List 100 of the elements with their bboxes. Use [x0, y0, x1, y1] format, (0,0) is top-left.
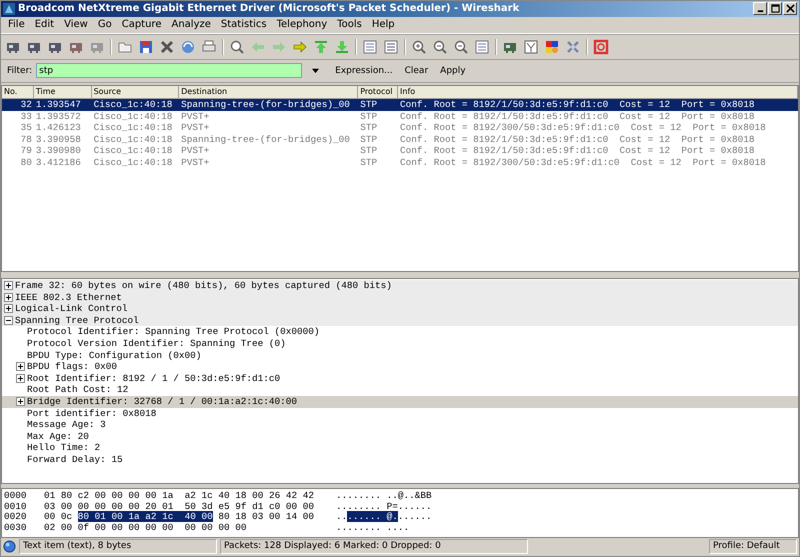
filter-button[interactable]: Clear: [400, 66, 432, 76]
ascii-text[interactable]: ...... @.: [347, 511, 398, 522]
table-cell-text: Conf. Root = 8192/1/50:3d:e5:9f:d1:c0 Cost = 12 Port = 0x8018: [399, 145, 756, 157]
table-cell-text: 1.426123: [34, 122, 82, 134]
menu-item[interactable]: Edit: [30, 19, 60, 30]
ascii-text[interactable]: ......: [398, 511, 432, 522]
table-cell-text: STP: [359, 110, 378, 122]
table-cell-text: 1.393547: [34, 99, 82, 111]
column-header[interactable]: Source: [92, 86, 180, 98]
table-cell-text: Cisco_1c:40:18: [92, 110, 174, 122]
maximize-icon[interactable]: [770, 4, 780, 14]
minimize-button[interactable]: [753, 2, 767, 16]
tree-row[interactable]: BPDU flags: 0x00: [2, 361, 798, 373]
tree-row[interactable]: Port identifier: 0x8018: [2, 408, 798, 420]
column-header[interactable]: Destination: [179, 86, 358, 98]
ascii-text[interactable]: ........ P=......: [336, 500, 432, 512]
tree-row[interactable]: Hello Time: 2: [2, 442, 798, 454]
table-cell-text: STP: [359, 134, 378, 146]
pane-icon[interactable]: [362, 38, 378, 55]
menu-item[interactable]: Capture: [116, 19, 166, 30]
pane-icon[interactable]: [474, 38, 490, 55]
menu-item[interactable]: View: [59, 19, 93, 30]
tree-row[interactable]: BPDU Type: Configuration (0x00): [2, 350, 798, 362]
table-cell-text: Spanning-tree-(for-bridges)_00: [180, 134, 351, 146]
tree-row[interactable]: Bridge Identifier: 32768 / 1 / 00:1a:a2:1c:40:00: [2, 396, 798, 408]
filter-field[interactable]: stp: [36, 63, 302, 78]
ascii-text[interactable]: ........ ..@..&BB: [336, 490, 432, 502]
table-cell-text: PVST+: [180, 156, 210, 168]
menu-item[interactable]: Analyze: [166, 19, 216, 30]
hex-bytes[interactable]: 02 00 0f 00 00 00 00 00 00 00 00 00: [44, 522, 247, 533]
status-circle-icon[interactable]: [3, 540, 16, 553]
magnifier-icon[interactable]: [229, 38, 245, 55]
ascii-text[interactable]: ..: [336, 511, 348, 522]
packet-row[interactable]: 33 1.393572 Cisco_1c:40:18 PVST+ STP Conf. Root = 8192/1/50:3d:e5:9f:d1:c0 Cost = 12 Port = 0x8018: [2, 110, 798, 122]
hex-bytes[interactable]: 80 01 00 1a a2 1c 40 00: [78, 511, 213, 522]
magnifier-icon[interactable]: [432, 38, 448, 55]
tree-row[interactable]: Protocol Identifier: Spanning Tree Protocol (0x0000): [2, 326, 798, 338]
expander-icon[interactable]: [16, 362, 25, 372]
floppy-icon[interactable]: [138, 38, 154, 55]
table-cell-text: Conf. Root = 8192/300/50:3d:e5:9f:d1:c0 Cost = 12 Port = 0x8018: [399, 156, 767, 168]
tree-row[interactable]: Max Age: 20: [2, 430, 798, 442]
close-button[interactable]: [783, 2, 797, 16]
column-header[interactable]: Info: [398, 86, 798, 98]
menu-item[interactable]: File: [3, 19, 30, 30]
hex-bytes[interactable]: 03 00 00 00 00 00 20 01 50 3d e5 9f d1 c0 00 00: [44, 500, 314, 512]
tree-row[interactable]: IEEE 802.3 Ethernet: [2, 292, 798, 304]
hex-bytes[interactable]: 01 80 c2 00 00 00 00 1a a2 1c 40 18 00 26 42 42: [44, 490, 314, 502]
table-cell-text: Cisco_1c:40:18: [92, 145, 174, 157]
tree-row[interactable]: Logical-Link Control: [2, 303, 798, 315]
packet-row[interactable]: 35 1.426123 Cisco_1c:40:18 PVST+ STP Conf. Root = 8192/300/50:3d:e5:9f:d1:c0 Cost = 12 Port = 0x8018: [2, 122, 798, 134]
table-cell-text: 3.412186: [34, 156, 82, 168]
packet-row[interactable]: 78 3.390958 Cisco_1c:40:18 Spanning-tree-(for-bridges)_00 STP Conf. Root = 8192/1/50:3d:e5:9f:d1:c0 Cost = 12 Port = 0x8018: [2, 134, 798, 146]
expander-icon[interactable]: [4, 281, 13, 290]
tree-row[interactable]: Protocol Version Identifier: Spanning Tree (0): [2, 338, 798, 350]
tree-row[interactable]: Root Path Cost: 12: [2, 384, 798, 396]
packet-row[interactable]: 32 1.393547 Cisco_1c:40:18 Spanning-tree-(for-bridges)_00 STP Conf. Root = 8192/1/50:3d:e5:9f:d1:c0 Cost = 12 Port = 0x8018: [2, 99, 798, 111]
column-header[interactable]: Protocol: [358, 86, 398, 98]
tree-row[interactable]: Root Identifier: 8192 / 1 / 50:3d:e5:9f:d1:c0: [2, 372, 798, 384]
reload-icon[interactable]: [180, 38, 196, 55]
table-cell-text: Conf. Root = 8192/1/50:3d:e5:9f:d1:c0 Cost = 12 Port = 0x8018: [399, 99, 756, 111]
dropdown-icon[interactable]: [312, 67, 320, 74]
hex-bytes[interactable]: 00 0c: [44, 511, 78, 522]
maximize-button[interactable]: [768, 2, 782, 16]
menu-item[interactable]: Help: [366, 19, 400, 30]
expander-icon[interactable]: [16, 397, 25, 406]
status-text: Packets: 128 Displayed: 6 Marked: 0 Dropped: 0: [220, 538, 528, 554]
palette-icon[interactable]: [544, 38, 560, 55]
magnifier-icon[interactable]: [411, 38, 427, 55]
filter-icon[interactable]: [523, 38, 539, 55]
pane-icon[interactable]: [383, 38, 399, 55]
profile-label[interactable]: Profile: Default: [709, 538, 797, 554]
packet-row[interactable]: 80 3.412186 Cisco_1c:40:18 PVST+ STP Conf. Root = 8192/300/50:3d:e5:9f:d1:c0 Cost = 12 Port = 0x8018: [2, 156, 798, 168]
expander-icon[interactable]: [16, 374, 25, 384]
menu-item[interactable]: Tools: [332, 19, 367, 30]
menu-item[interactable]: Telephony: [272, 19, 332, 30]
menu-item[interactable]: Statistics: [216, 19, 272, 30]
tree-row[interactable]: Forward Delay: 15: [2, 454, 798, 466]
lifebuoy-icon[interactable]: [593, 38, 609, 55]
packet-row[interactable]: 79 3.390980 Cisco_1c:40:18 PVST+ STP Conf. Root = 8192/1/50:3d:e5:9f:d1:c0 Cost = 12 Port = 0x8018: [2, 145, 798, 157]
tree-row[interactable]: Frame 32: 60 bytes on wire (480 bits), 60 bytes captured (480 bits): [2, 280, 798, 292]
expander-icon[interactable]: [4, 304, 13, 314]
expander-icon[interactable]: [4, 316, 13, 326]
column-header[interactable]: Time: [34, 86, 92, 98]
table-cell-text: Cisco_1c:40:18: [92, 134, 174, 146]
expander-icon[interactable]: [4, 292, 13, 302]
ascii-text[interactable]: ........ ....: [336, 522, 410, 533]
tree-row[interactable]: Spanning Tree Protocol: [2, 314, 798, 326]
table-cell-text: STP: [359, 99, 378, 111]
menu-item[interactable]: Go: [92, 19, 117, 30]
table-cell-text: Cisco_1c:40:18: [92, 99, 174, 111]
close-icon[interactable]: [786, 4, 794, 14]
column-header[interactable]: No.: [2, 86, 34, 98]
tree-row[interactable]: Message Age: 3: [2, 419, 798, 431]
filter-button[interactable]: Expression...: [331, 66, 397, 76]
table-cell-text: 79: [20, 145, 33, 157]
arrow-right-icon[interactable]: [292, 38, 308, 55]
hex-bytes[interactable]: 80 18 03 00 14 00: [212, 511, 314, 522]
table-cell-text: PVST+: [180, 110, 210, 122]
magnifier-icon[interactable]: [453, 38, 469, 55]
filter-button[interactable]: Apply: [436, 66, 470, 76]
